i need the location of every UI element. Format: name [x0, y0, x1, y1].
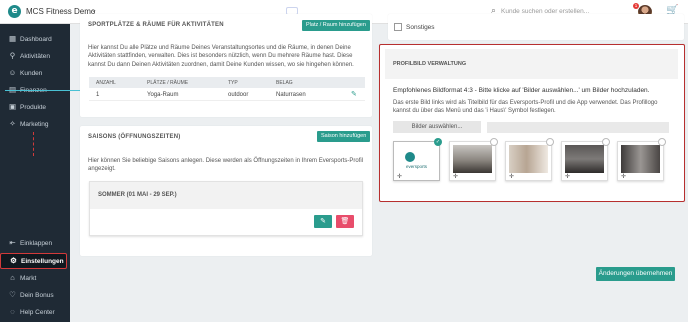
customers-icon: ☺ [8, 68, 17, 77]
products-icon: ▣ [8, 102, 17, 111]
column-header: BELAG [276, 80, 293, 86]
column-header: TYP [228, 80, 238, 86]
sidebar-item-markt[interactable]: ⌂ Markt [0, 271, 70, 287]
gym-photo-image [453, 145, 492, 173]
gym-photo-image [565, 145, 604, 173]
market-icon: ⌂ [10, 273, 15, 282]
sidebar-item-finanzen[interactable]: ▤ Finanzen [0, 83, 70, 99]
sonstiges-checkbox[interactable] [394, 23, 402, 31]
sidebar-item-label: Dashboard [20, 36, 52, 43]
gear-icon: ⚙ [10, 256, 17, 265]
profile-image-panel: PROFILBILD VERWALTUNG Empfohlenes Bildfo… [379, 44, 685, 202]
profile-thumbnail[interactable]: ✛ [449, 138, 498, 181]
move-icon[interactable]: ✛ [453, 173, 458, 180]
sidebar-item-label: Einklappen [20, 240, 53, 247]
table-cell: 1 [96, 92, 100, 98]
close-icon[interactable] [546, 138, 554, 146]
places-title: SPORTPLÄTZE & RÄUME FÜR AKTIVITÄTEN [88, 22, 224, 28]
profile-header: PROFILBILD VERWALTUNG [385, 49, 678, 79]
column-header: ANZAHL [96, 80, 116, 86]
sidebar-item-label: Markt [20, 275, 37, 282]
activity-icon: ⚲ [9, 51, 16, 60]
eversports-logo-text: eversports [405, 164, 427, 169]
sidebar-item-marketing[interactable]: ✧ Marketing [0, 117, 70, 133]
help-icon: ◌ [10, 307, 15, 316]
seasons-panel: SAISONS (ÖFFNUNGSZEITEN) Saison hinzufüg… [80, 126, 372, 256]
move-icon[interactable]: ✛ [565, 173, 570, 180]
profile-thumbnail[interactable]: ✛ [505, 138, 554, 181]
gym-photo-image [621, 145, 660, 173]
close-icon[interactable] [602, 138, 610, 146]
guide-line [33, 132, 34, 156]
sidebar-item-help[interactable]: ◌ Help Center [0, 305, 70, 321]
sidebar-item-label: Aktivitäten [20, 53, 50, 60]
profile-thumbnail[interactable]: ✛ [617, 138, 666, 181]
collapse-icon: ⇤ [9, 238, 16, 247]
season-card: SOMMER (01 MAI - 29 SEP.) ✎ 🗑 [89, 181, 363, 236]
marketing-icon: ✧ [9, 119, 16, 128]
season-name: SOMMER (01 MAI - 29 SEP.) [98, 192, 177, 198]
delete-season-button[interactable]: 🗑 [336, 215, 354, 228]
column-header: PLÄTZE / RÄUME [147, 80, 189, 86]
table-cell: Yoga-Raum [147, 92, 179, 98]
profile-description: Das erste Bild links wird als Titelbild … [393, 100, 658, 115]
move-icon[interactable]: ✛ [621, 173, 626, 180]
category-panel: Sonstiges [388, 14, 684, 40]
eversports-logo-image: eversports [397, 145, 436, 173]
places-panel: SPORTPLÄTZE & RÄUME FÜR AKTIVITÄTEN Plat… [80, 14, 372, 117]
upload-field [487, 122, 669, 133]
move-icon[interactable]: ✛ [397, 173, 402, 180]
season-header: SOMMER (01 MAI - 29 SEP.) [90, 182, 362, 209]
sidebar-item-einstellungen[interactable]: ⚙ Einstellungen [0, 253, 67, 269]
table-header: ANZAHL PLÄTZE / RÄUME TYP BELAG [89, 77, 365, 88]
select-images-button[interactable]: Bilder auswählen... [393, 121, 481, 133]
app-logo[interactable]: e [8, 5, 21, 18]
edit-icon[interactable]: ✎ [351, 90, 357, 98]
profile-thumbnail[interactable]: ✛ [561, 138, 610, 181]
table-cell: outdoor [228, 92, 249, 98]
seasons-title: SAISONS (ÖFFNUNGSZEITEN) [88, 134, 181, 140]
dashboard-icon: ▦ [8, 34, 17, 43]
heart-icon: ♡ [9, 290, 16, 299]
sidebar: ▦ Dashboard ⚲ Aktivitäten ☺ Kunden ▤ Fin… [0, 24, 70, 322]
sidebar-item-label: Kunden [20, 70, 43, 77]
sidebar-item-label: Einstellungen [21, 258, 64, 265]
places-table: ANZAHL PLÄTZE / RÄUME TYP BELAG 1 Yoga-R… [89, 77, 365, 101]
seasons-description: Hier können Sie beliebige Saisons anlege… [88, 158, 364, 173]
edit-season-button[interactable]: ✎ [314, 215, 332, 228]
add-season-button[interactable]: Saison hinzufügen [317, 131, 371, 142]
places-description: Hier kannst Du alle Plätze und Räume Dei… [88, 45, 354, 68]
sidebar-item-label: Marketing [20, 121, 49, 128]
sidebar-item-label: Help Center [20, 309, 55, 316]
profile-format-hint: Empfohlenes Bildformat 4:3 - Bitte klick… [393, 87, 650, 94]
add-place-button[interactable]: Platz / Raum hinzufügen [302, 20, 370, 31]
profile-title: PROFILBILD VERWALTUNG [393, 61, 467, 67]
table-row[interactable]: 1 Yoga-Raum outdoor Naturrasen ✎ [89, 88, 365, 101]
sidebar-item-produkte[interactable]: ▣ Produkte [0, 100, 70, 116]
close-icon[interactable] [658, 138, 666, 146]
save-changes-button[interactable]: Änderungen übernehmen [596, 267, 675, 281]
checkbox-label: Sonstiges [406, 24, 435, 31]
sidebar-item-einklappen[interactable]: ⇤ Einklappen [0, 236, 70, 252]
sidebar-item-label: Dein Bonus [20, 292, 54, 299]
table-cell: Naturrasen [276, 92, 306, 98]
sidebar-item-label: Produkte [20, 104, 47, 111]
profile-thumbnail[interactable]: eversports ✛ ✓ [393, 138, 442, 181]
title-image-check-icon: ✓ [434, 138, 442, 146]
move-icon[interactable]: ✛ [509, 173, 514, 180]
eversports-logo-icon [405, 152, 415, 162]
chevron-down-icon[interactable]: ⌄ [91, 6, 97, 14]
sidebar-item-bonus[interactable]: ♡ Dein Bonus [0, 288, 70, 304]
sidebar-item-aktivitaeten[interactable]: ⚲ Aktivitäten [0, 49, 70, 65]
sidebar-item-dashboard[interactable]: ▦ Dashboard [0, 32, 70, 48]
gym-photo-image [509, 145, 548, 173]
sidebar-item-kunden[interactable]: ☺ Kunden [0, 66, 70, 82]
close-icon[interactable] [490, 138, 498, 146]
